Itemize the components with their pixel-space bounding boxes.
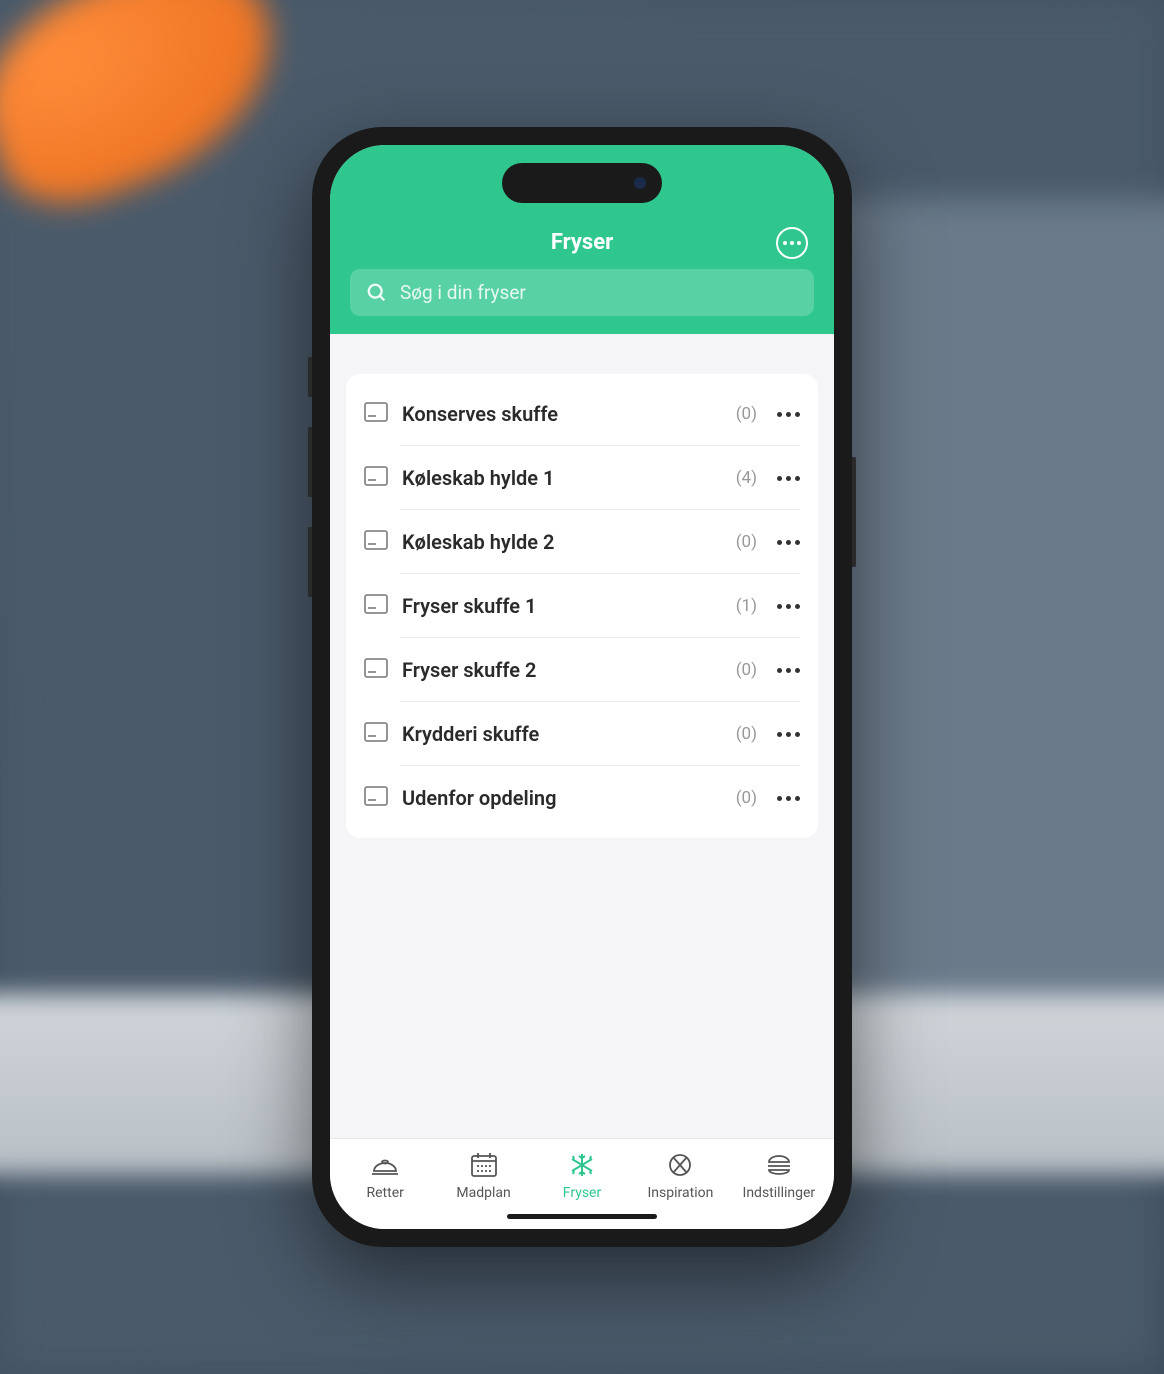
drawer-more-button[interactable] [777,604,800,609]
tab-label: Indstillinger [743,1185,816,1201]
phone-notch [502,163,662,203]
drawer-icon [364,722,388,746]
drawer-row[interactable]: Fryser skuffe 2 (0) [346,638,818,702]
home-indicator[interactable] [507,1214,657,1219]
dish-icon [370,1151,400,1179]
drawer-icon [364,594,388,618]
snowflake-icon [567,1151,597,1179]
drawer-icon [364,786,388,810]
drawer-icon [364,466,388,490]
drawer-count: (0) [736,660,757,680]
tab-retter[interactable]: Retter [336,1151,434,1201]
drawer-icon [364,658,388,682]
content-area: Konserves skuffe (0) Køleskab hylde 1 (4… [330,334,834,1138]
drawer-count: (0) [736,404,757,424]
drawer-row[interactable]: Udenfor opdeling (0) [346,766,818,830]
calendar-icon [469,1151,499,1179]
tab-label: Fryser [563,1185,601,1201]
drawer-row[interactable]: Køleskab hylde 2 (0) [346,510,818,574]
drawer-more-button[interactable] [777,412,800,417]
tab-label: Inspiration [648,1185,714,1201]
drawer-icon [364,402,388,426]
search-icon [366,282,388,304]
drawer-more-button[interactable] [777,796,800,801]
page-title: Fryser [551,230,613,255]
tab-indstillinger[interactable]: Indstillinger [730,1151,828,1201]
drawer-label: Krydderi skuffe [402,722,722,746]
drawer-label: Fryser skuffe 2 [402,658,722,682]
burger-icon [764,1151,794,1179]
utensils-icon [665,1151,695,1179]
drawer-row[interactable]: Konserves skuffe (0) [346,382,818,446]
drawer-count: (0) [736,724,757,744]
drawer-more-button[interactable] [777,668,800,673]
tab-inspiration[interactable]: Inspiration [631,1151,729,1201]
search-input[interactable] [400,281,798,304]
drawer-more-button[interactable] [777,732,800,737]
phone-frame: Fryser Konserves skuffe (0) Køleska [312,127,852,1247]
app-screen: Fryser Konserves skuffe (0) Køleska [330,145,834,1229]
drawer-more-button[interactable] [777,540,800,545]
drawer-row[interactable]: Krydderi skuffe (0) [346,702,818,766]
drawer-count: (4) [736,468,757,488]
drawer-label: Fryser skuffe 1 [402,594,722,618]
drawer-label: Køleskab hylde 1 [402,466,722,490]
drawer-row[interactable]: Køleskab hylde 1 (4) [346,446,818,510]
tab-label: Madplan [456,1185,510,1201]
tab-label: Retter [367,1185,404,1201]
search-bar[interactable] [350,269,814,316]
drawer-row[interactable]: Fryser skuffe 1 (1) [346,574,818,638]
drawer-list-card: Konserves skuffe (0) Køleskab hylde 1 (4… [346,374,818,838]
drawer-count: (0) [736,532,757,552]
drawer-icon [364,530,388,554]
drawer-count: (1) [736,596,757,616]
drawer-label: Konserves skuffe [402,402,722,426]
tab-fryser[interactable]: Fryser [533,1151,631,1201]
tab-madplan[interactable]: Madplan [434,1151,532,1201]
drawer-more-button[interactable] [777,476,800,481]
drawer-count: (0) [736,788,757,808]
drawer-label: Køleskab hylde 2 [402,530,722,554]
header-more-button[interactable] [776,227,808,259]
drawer-label: Udenfor opdeling [402,786,722,810]
